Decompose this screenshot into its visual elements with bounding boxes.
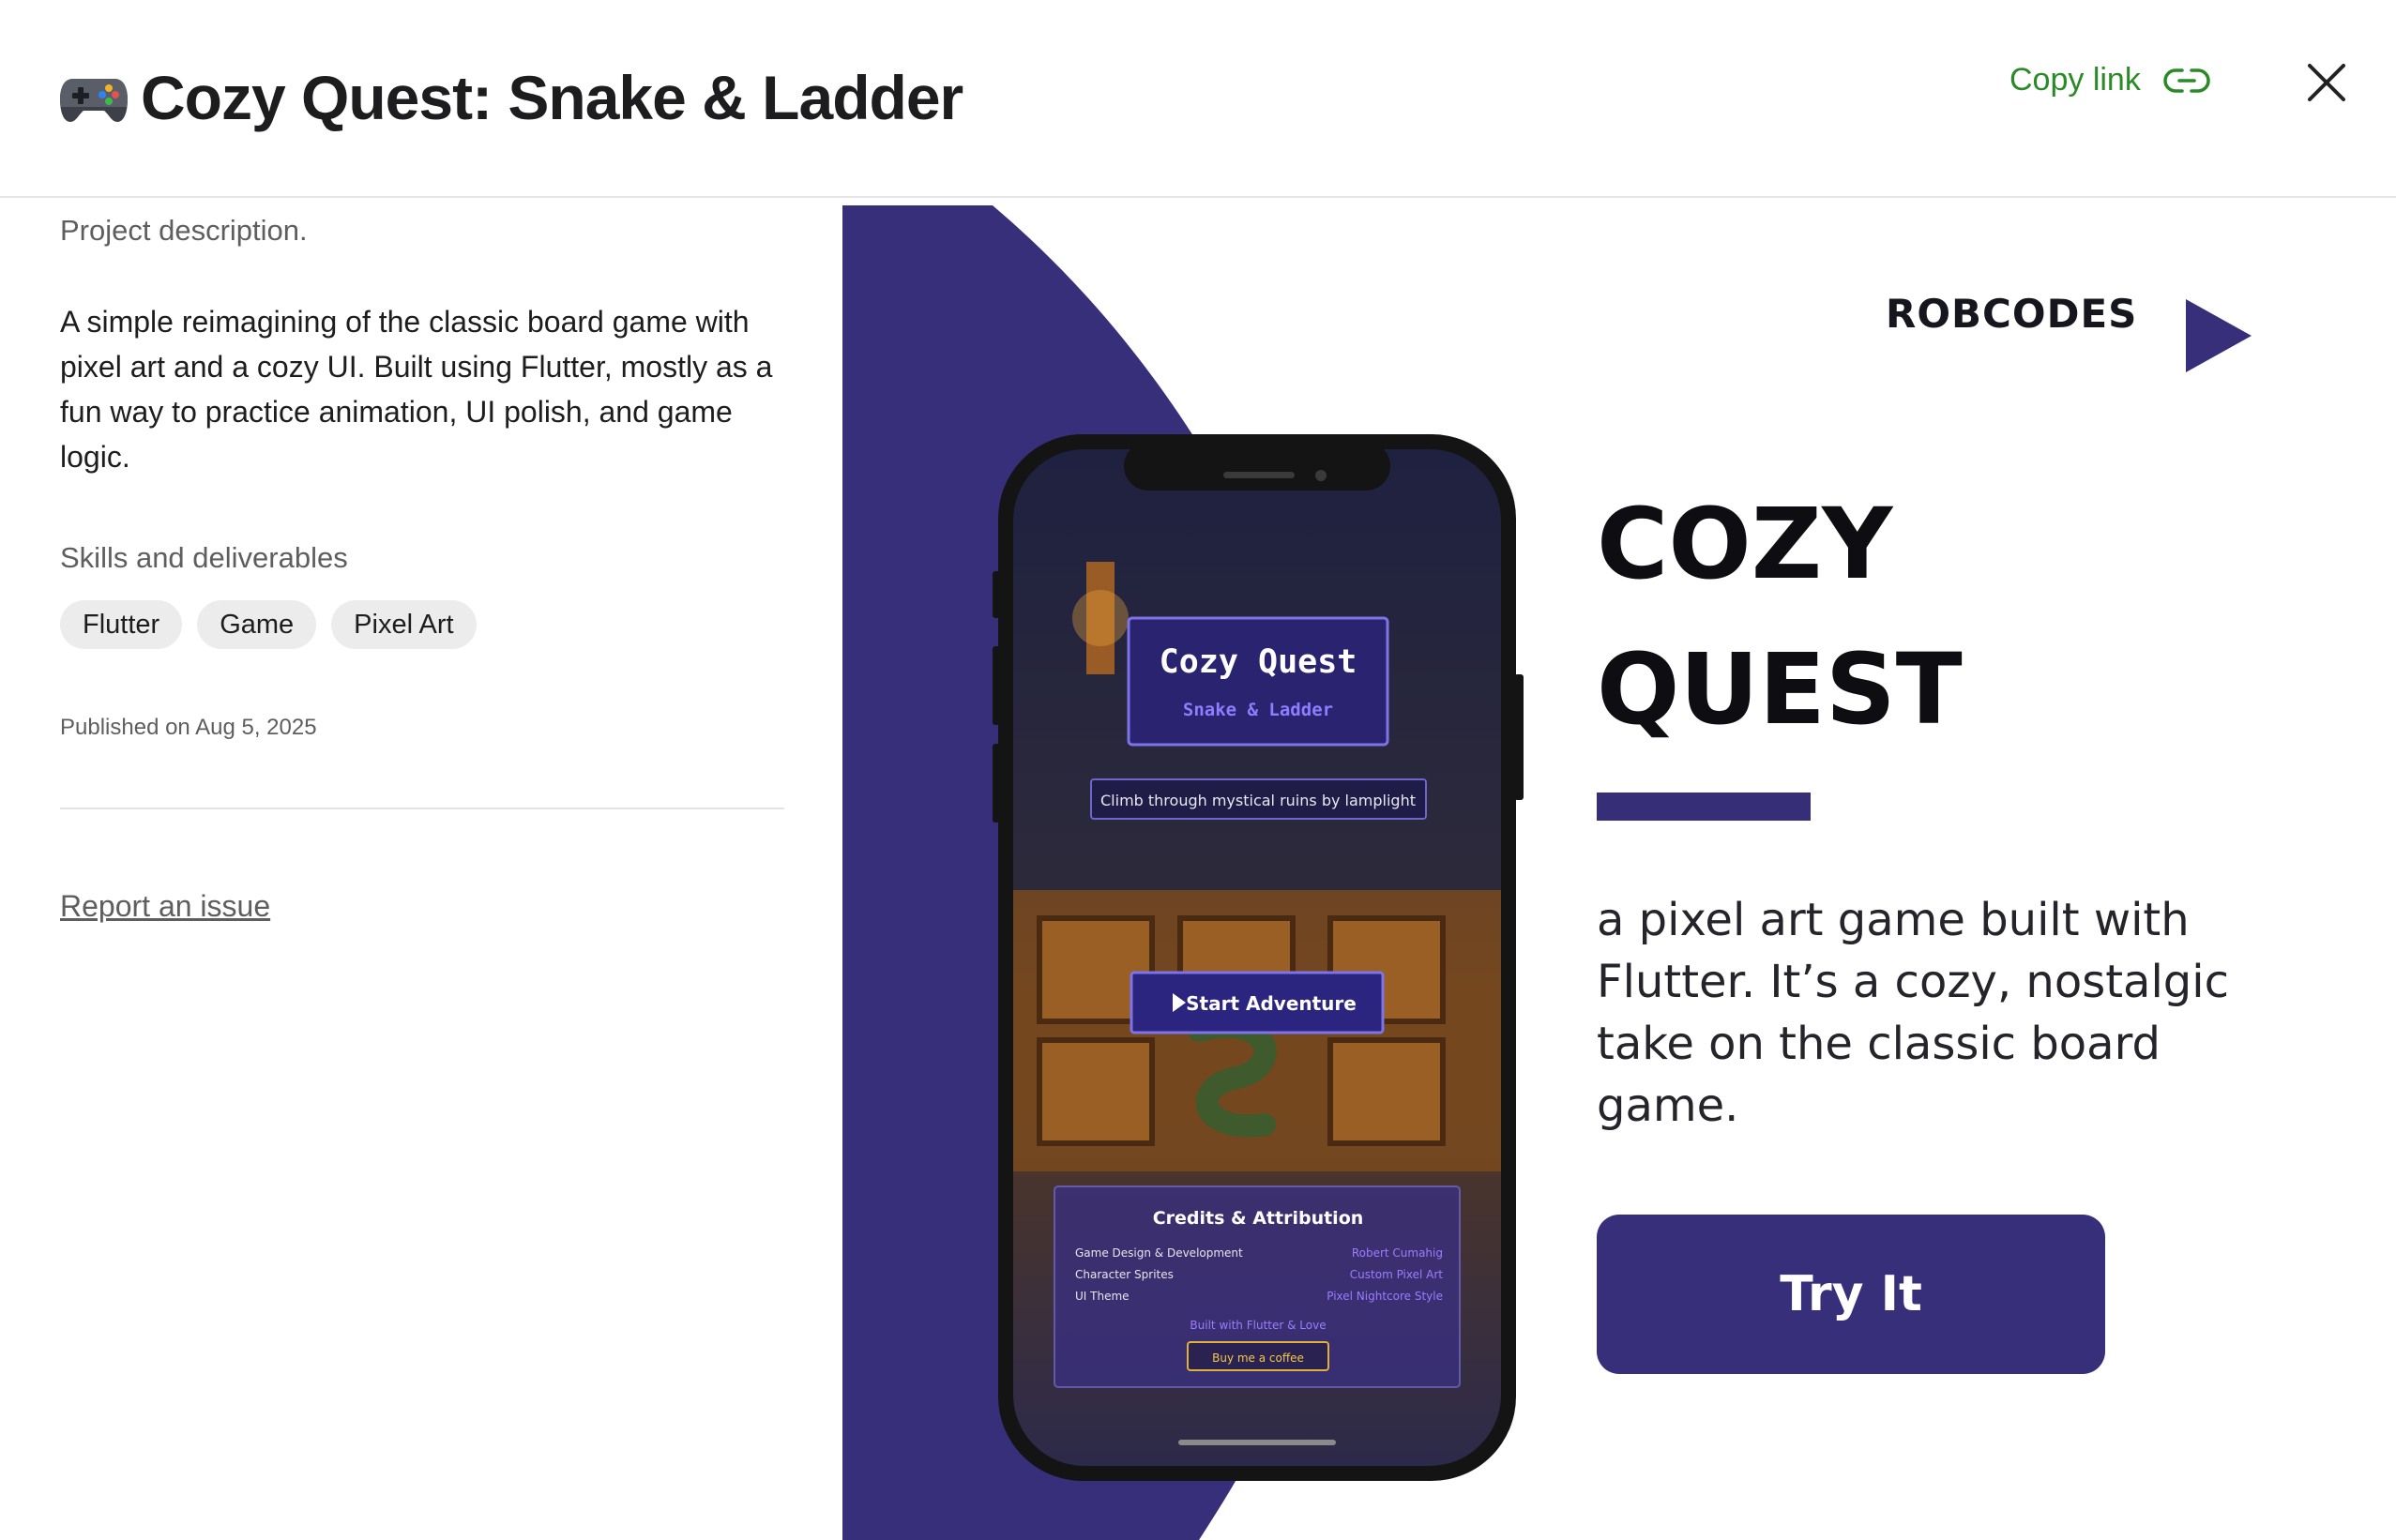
svg-text:Pixel Nightcore Style: Pixel Nightcore Style [1327,1290,1443,1303]
gamepad-icon [60,79,128,122]
credits-title: Credits & Attribution [1153,1208,1364,1229]
skill-chip[interactable]: Game [197,600,317,649]
svg-text:UI Theme: UI Theme [1075,1290,1130,1303]
hero-title-line2: QUEST [1597,632,1963,747]
start-adventure-button: Start Adventure [1186,992,1357,1015]
hero-image: Cozy Quest Snake & Ladder Climb through … [842,205,2396,1540]
description-label: Project description. [60,214,308,247]
svg-text:Character Sprites: Character Sprites [1075,1268,1174,1281]
play-icon [2186,299,2252,372]
game-title: Cozy Quest [1160,643,1357,681]
hero-tagline: a pixel art game built with Flutter. It’… [1597,894,2229,1132]
project-description: A simple reimagining of the classic boar… [60,305,773,474]
brand-name: ROBCODES [1886,291,2138,337]
accent-bar [1597,793,1811,821]
skill-chip[interactable]: Pixel Art [331,600,477,649]
link-icon [2163,68,2210,93]
svg-text:Custom Pixel Art: Custom Pixel Art [1350,1268,1444,1281]
close-icon[interactable] [2302,58,2351,107]
page-title: Cozy Quest: Snake & Ladder [141,63,963,132]
modal-header: Cozy Quest: Snake & Ladder Copy link [0,0,2396,198]
skills-chips: Flutter Game Pixel Art [60,600,477,649]
copy-link-button[interactable]: Copy link [2009,62,2212,98]
copy-link-label: Copy link [2009,62,2141,98]
svg-text:Buy me a coffee: Buy me a coffee [1212,1351,1304,1365]
published-date: Published on Aug 5, 2025 [60,715,317,740]
hero-title: COZY QUEST [1597,472,1963,762]
svg-text:Game Design & Development: Game Design & Development [1075,1246,1243,1260]
phone-mockup: Cozy Quest Snake & Ladder Climb through … [993,434,1524,1481]
divider [60,808,784,809]
try-it-button[interactable]: Try It [1597,1215,2105,1374]
skills-label: Skills and deliverables [60,541,348,574]
skill-chip[interactable]: Flutter [60,600,183,649]
hero-title-line1: COZY [1597,487,1893,601]
svg-text:Built with Flutter & Love: Built with Flutter & Love [1190,1319,1326,1332]
svg-text:Robert Cumahig: Robert Cumahig [1352,1246,1443,1260]
title-group: Cozy Quest: Snake & Ladder [60,62,963,133]
report-issue-link[interactable]: Report an issue [60,889,270,924]
game-subtitle: Snake & Ladder [1183,700,1333,720]
game-tagline: Climb through mystical ruins by lampligh… [1100,792,1416,809]
